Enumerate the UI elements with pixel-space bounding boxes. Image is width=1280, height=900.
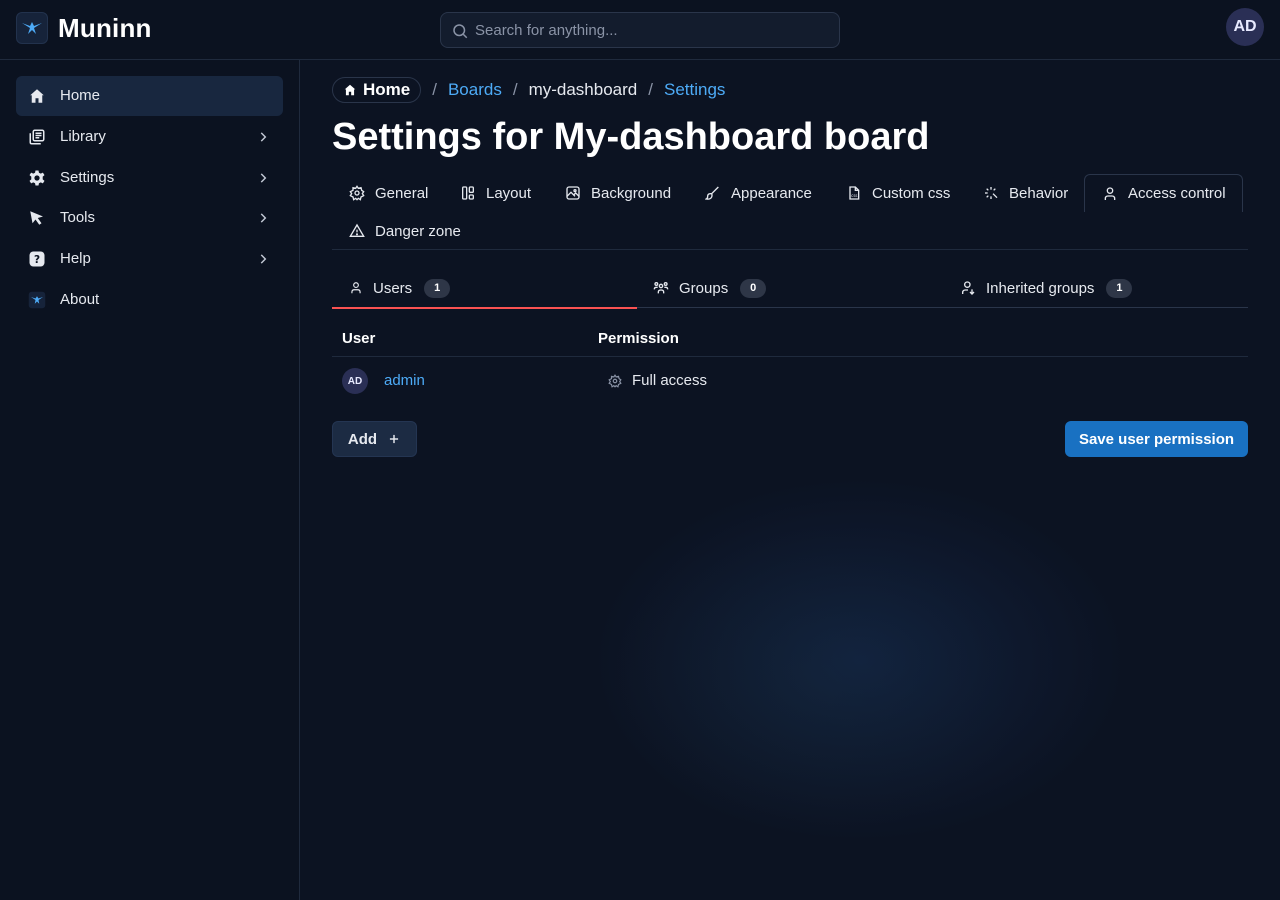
tab-label: Custom css (872, 184, 951, 202)
tab-appearance[interactable]: Appearance (688, 174, 812, 212)
tab-label: Danger zone (375, 222, 461, 240)
tab-label: Background (591, 184, 672, 202)
settings-icon (608, 373, 622, 388)
plus-icon (389, 434, 399, 444)
sidebar: Home Library Settings Tools ? Help About (0, 60, 300, 900)
table-header: User Permission (332, 320, 1248, 357)
settings-tabs-row-2: Danger zone (332, 212, 1248, 250)
tabs-divider (332, 249, 1248, 250)
tab-behavior[interactable]: Behavior (966, 174, 1068, 212)
permission-select[interactable]: Full access (608, 372, 707, 389)
user-icon (1104, 186, 1116, 200)
breadcrumb-home[interactable]: Home (332, 77, 422, 103)
sidebar-item-home[interactable]: Home (16, 76, 283, 116)
brush-icon (705, 186, 719, 200)
library-icon (29, 129, 45, 145)
chevron-right-icon (260, 213, 267, 223)
avatar: AD (342, 368, 368, 394)
tab-label: Layout (486, 184, 532, 202)
column-header-permission: Permission (598, 330, 679, 347)
gear-icon (349, 185, 365, 201)
add-button-label: Add (347, 430, 378, 448)
sidebar-item-tools[interactable]: Tools (16, 198, 283, 238)
tab-general[interactable]: General (332, 174, 428, 212)
add-button[interactable]: Add (332, 421, 417, 457)
app-name[interactable]: Muninn (58, 13, 152, 44)
user-avatar[interactable]: AD (1226, 8, 1264, 46)
pointer-icon (30, 211, 43, 225)
user-icon (351, 282, 361, 294)
breadcrumb-boards[interactable]: Boards (448, 80, 502, 100)
sparkle-icon (985, 187, 998, 199)
subtab-inherited-groups[interactable]: Inherited groups 1 (942, 268, 1248, 308)
sidebar-item-label: Help (60, 250, 91, 267)
home-icon (30, 89, 44, 103)
sidebar-item-label: Home (60, 87, 101, 104)
sidebar-item-label: Tools (60, 209, 96, 226)
subtab-label: Inherited groups (986, 279, 1095, 297)
tab-background[interactable]: Background (548, 174, 671, 212)
breadcrumb-board: my-dashboard (528, 80, 638, 99)
count-badge: 1 (424, 278, 451, 298)
table-row: AD admin Full access (332, 357, 1248, 405)
settings-tabs: General Layout Background Appearance css… (332, 174, 1248, 212)
tab-label: General (375, 184, 429, 202)
subtab-label: Users (373, 279, 413, 297)
question-icon: ? (29, 251, 45, 267)
main-content: Home / Boards / my-dashboard / Settings … (300, 60, 1280, 900)
tab-danger-zone[interactable]: Danger zone (332, 212, 461, 250)
tab-label: Access control (1128, 185, 1226, 202)
breadcrumb-separator: / (648, 80, 653, 99)
user-link[interactable]: admin (384, 372, 425, 389)
access-subtabs: Users 1 Groups 0 Inherited groups 1 (332, 268, 1248, 309)
breadcrumb-separator: / (432, 80, 437, 99)
tab-label: Appearance (731, 184, 812, 202)
subtab-label: Groups (679, 279, 729, 297)
svg-text:css: css (851, 193, 857, 198)
count-badge: 1 (1106, 278, 1133, 298)
subtab-users[interactable]: Users 1 (332, 268, 637, 309)
breadcrumb-separator: / (512, 80, 518, 99)
tab-custom-css[interactable]: css Custom css (829, 174, 950, 212)
count-badge: 0 (740, 278, 767, 298)
user-down-icon (962, 281, 975, 295)
chevron-right-icon (260, 254, 267, 264)
search-input[interactable] (475, 13, 825, 47)
subtab-groups[interactable]: Groups 0 (637, 268, 942, 308)
sidebar-item-label: Library (60, 128, 106, 145)
file-css-icon: css (849, 186, 860, 200)
search-bar[interactable] (440, 12, 840, 48)
page-title: Settings for My-dashboard board (332, 116, 930, 158)
users-group-icon (653, 282, 669, 294)
layout-icon (462, 186, 474, 200)
breadcrumb: Home / Boards / my-dashboard / Settings (332, 77, 725, 103)
app-header: Muninn AD (0, 0, 1280, 60)
sidebar-item-label: Settings (60, 169, 115, 186)
alert-triangle-icon (349, 223, 365, 237)
home-icon (344, 84, 356, 96)
svg-text:?: ? (34, 254, 40, 266)
logo-icon[interactable] (16, 12, 48, 44)
tab-access-control[interactable]: Access control (1084, 174, 1243, 212)
permission-value: Full access (632, 372, 708, 389)
chevron-right-icon (260, 132, 267, 142)
save-user-permission-button[interactable]: Save user permission (1065, 421, 1248, 457)
sidebar-item-about[interactable]: About (16, 280, 283, 320)
tab-layout[interactable]: Layout (443, 174, 531, 212)
gear-icon (29, 170, 45, 186)
breadcrumb-settings[interactable]: Settings (664, 80, 725, 100)
sidebar-item-library[interactable]: Library (16, 117, 283, 157)
sidebar-item-help[interactable]: ? Help (16, 239, 283, 279)
chevron-right-icon (260, 173, 267, 183)
sidebar-item-label: About (60, 291, 100, 308)
column-header-user: User (342, 330, 376, 347)
tab-label: Behavior (1009, 184, 1069, 202)
breadcrumb-home-label: Home (363, 80, 411, 99)
logo-icon (28, 291, 46, 309)
search-icon (453, 24, 468, 39)
image-icon (566, 186, 580, 200)
sidebar-item-settings[interactable]: Settings (16, 158, 283, 198)
